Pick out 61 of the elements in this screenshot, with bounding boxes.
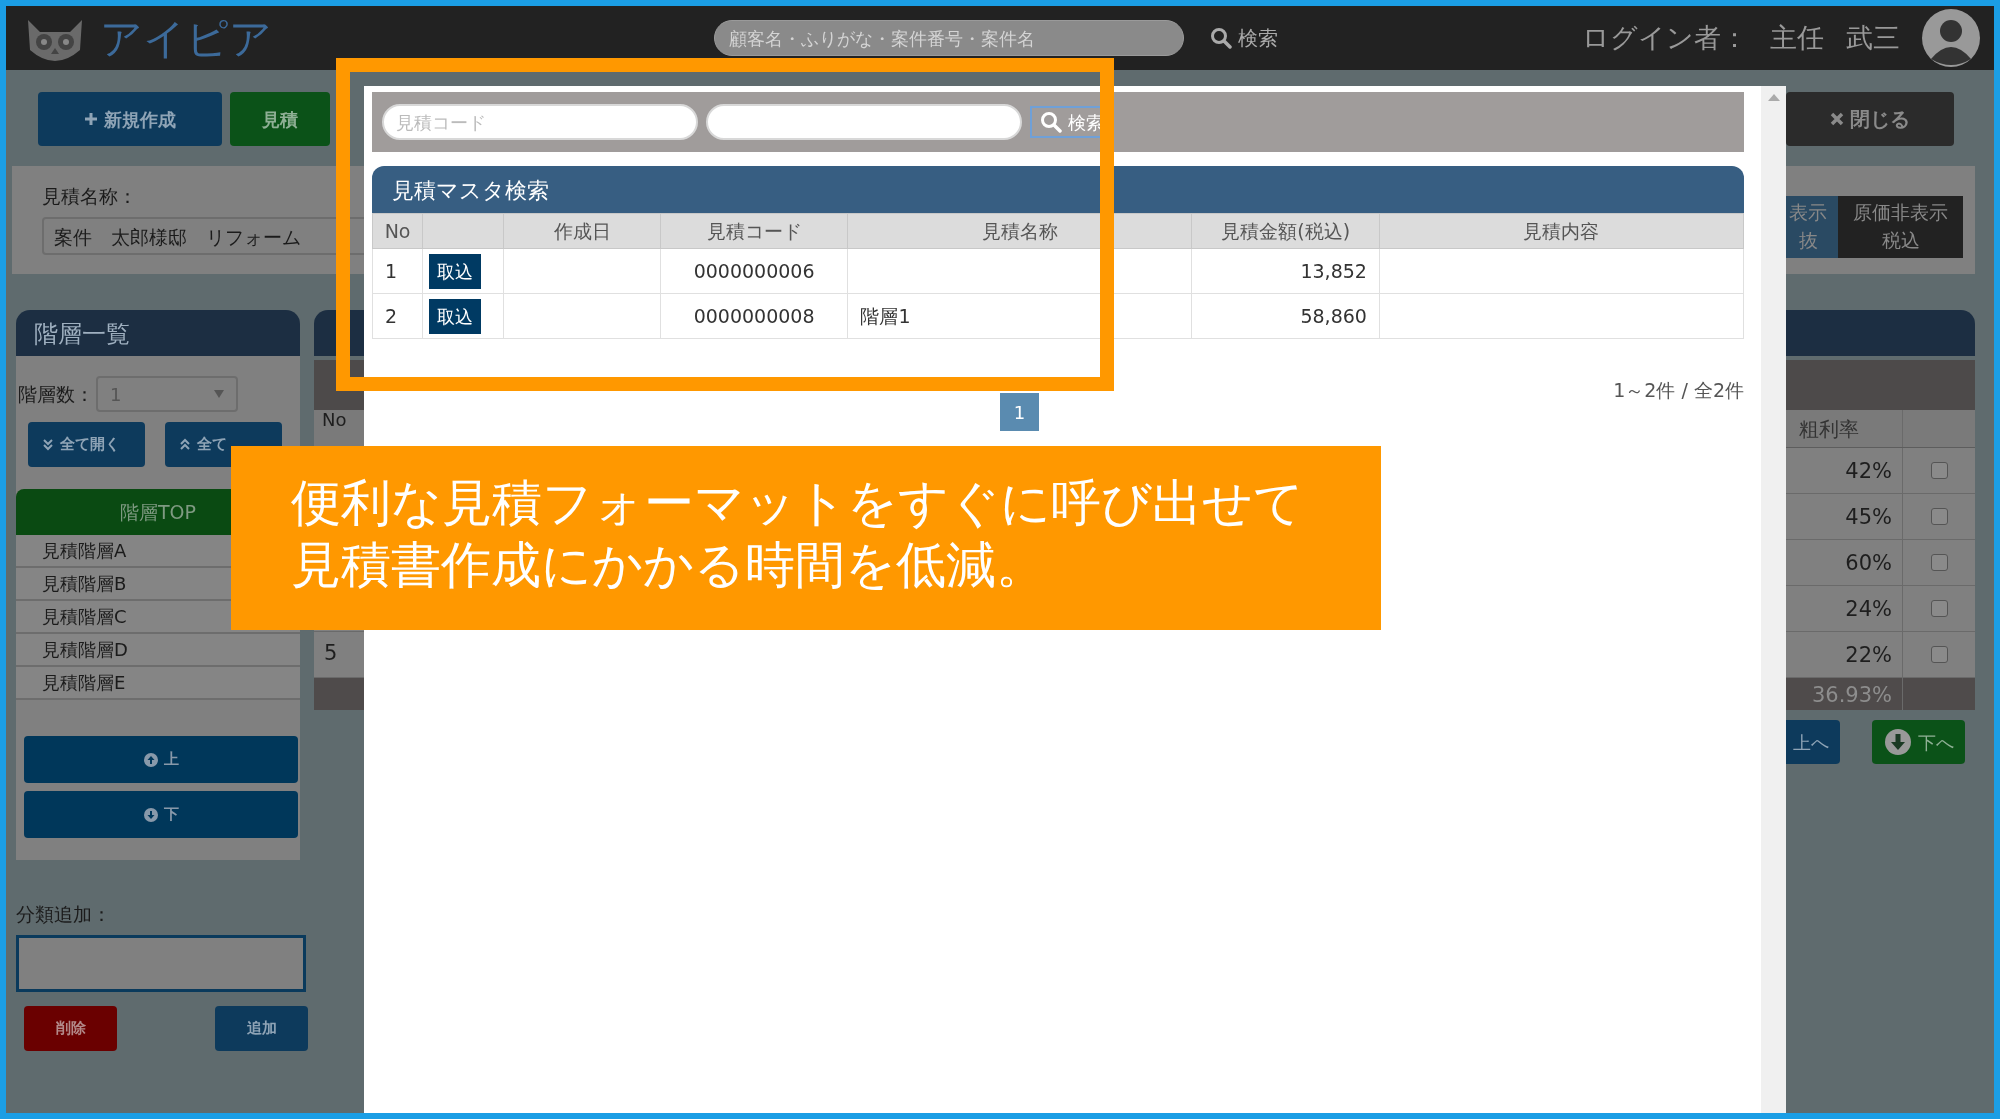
double-chevron-up-icon [179,438,191,451]
column-header: 見積名称 [847,213,1192,249]
import-button[interactable]: 取込 [429,253,482,289]
table-cell: 1 [372,248,423,294]
new-button[interactable]: 新規作成 [38,92,222,146]
close-button[interactable]: 閉じる [1786,92,1954,146]
checkbox[interactable] [1930,554,1948,571]
search-icon [1040,111,1062,133]
category-field[interactable] [16,934,306,992]
user-name: 武三 [1846,20,1900,55]
double-chevron-down-icon [42,438,54,451]
action-button[interactable]: 追加 [215,1005,308,1051]
table-cell: 13,852 [1191,248,1380,294]
avatar-icon [1922,9,1980,67]
user-title: 主任 [1770,20,1824,55]
login-label: ログイン者： [1582,20,1748,55]
column-header: No [372,213,423,249]
tree-item[interactable]: 見積階層D [16,634,300,667]
checkbox[interactable] [1930,508,1948,525]
total-cell-text: 36.93% [1810,682,1893,709]
toolbar-button[interactable]: 見積 [230,92,330,146]
action-button[interactable]: 削除 [24,1005,117,1051]
code-field[interactable]: 見積コード [382,104,698,140]
column-header: No [321,410,348,432]
logo-text: アイピア [100,12,272,65]
caret-icon [214,390,224,398]
search-icon [1210,27,1232,49]
name-field[interactable] [706,104,1022,140]
field-label: 見積名称： [42,184,138,209]
table-cell: 58,860 [1191,293,1380,339]
checkbox[interactable] [1930,646,1948,663]
scroll-button[interactable]: 下へ [1872,720,1965,764]
search-field[interactable]: 顧客名・ふりがな・案件番号・案件名 [714,20,1184,56]
import-button[interactable]: 取込 [429,298,482,334]
panel-title: 見積マスタ検索 [372,166,1744,213]
display-toggle[interactable]: 原価非表示 税込 [1838,196,1963,258]
arrow-circle-icon [1883,728,1912,756]
checkbox[interactable] [1930,462,1948,479]
field-label: 分類追加： [16,902,112,927]
column-header: 作成日 [503,213,661,249]
table-cell-text: 5 [323,640,339,667]
plus-icon [84,112,98,126]
search-button[interactable]: 検索 [1204,22,1284,54]
column-header: 見積コード [660,213,848,249]
tree-item[interactable]: 見積階層E [16,667,300,700]
scroll-up-icon [1767,94,1780,101]
column-header: 見積金額(税込) [1191,213,1380,249]
page-button[interactable]: 1 [1000,393,1039,431]
move-button[interactable]: 下 [24,791,298,838]
table-cell: 0000000008 [660,293,848,339]
result-count: 1～2件 / 全2件 [1613,377,1744,403]
field-label: 階層数： [18,381,94,407]
panel-header: 階層一覧 [16,310,300,356]
move-button[interactable]: 上 [24,736,298,783]
table-cell: 階層1 [847,293,1192,339]
expand-button[interactable]: 全て開く [28,422,145,467]
column-header: 見積内容 [1379,213,1744,249]
table-cell: 2 [372,293,423,339]
close-icon [1830,112,1844,126]
checkbox[interactable] [1930,600,1948,617]
table-cell: 0000000006 [660,248,848,294]
